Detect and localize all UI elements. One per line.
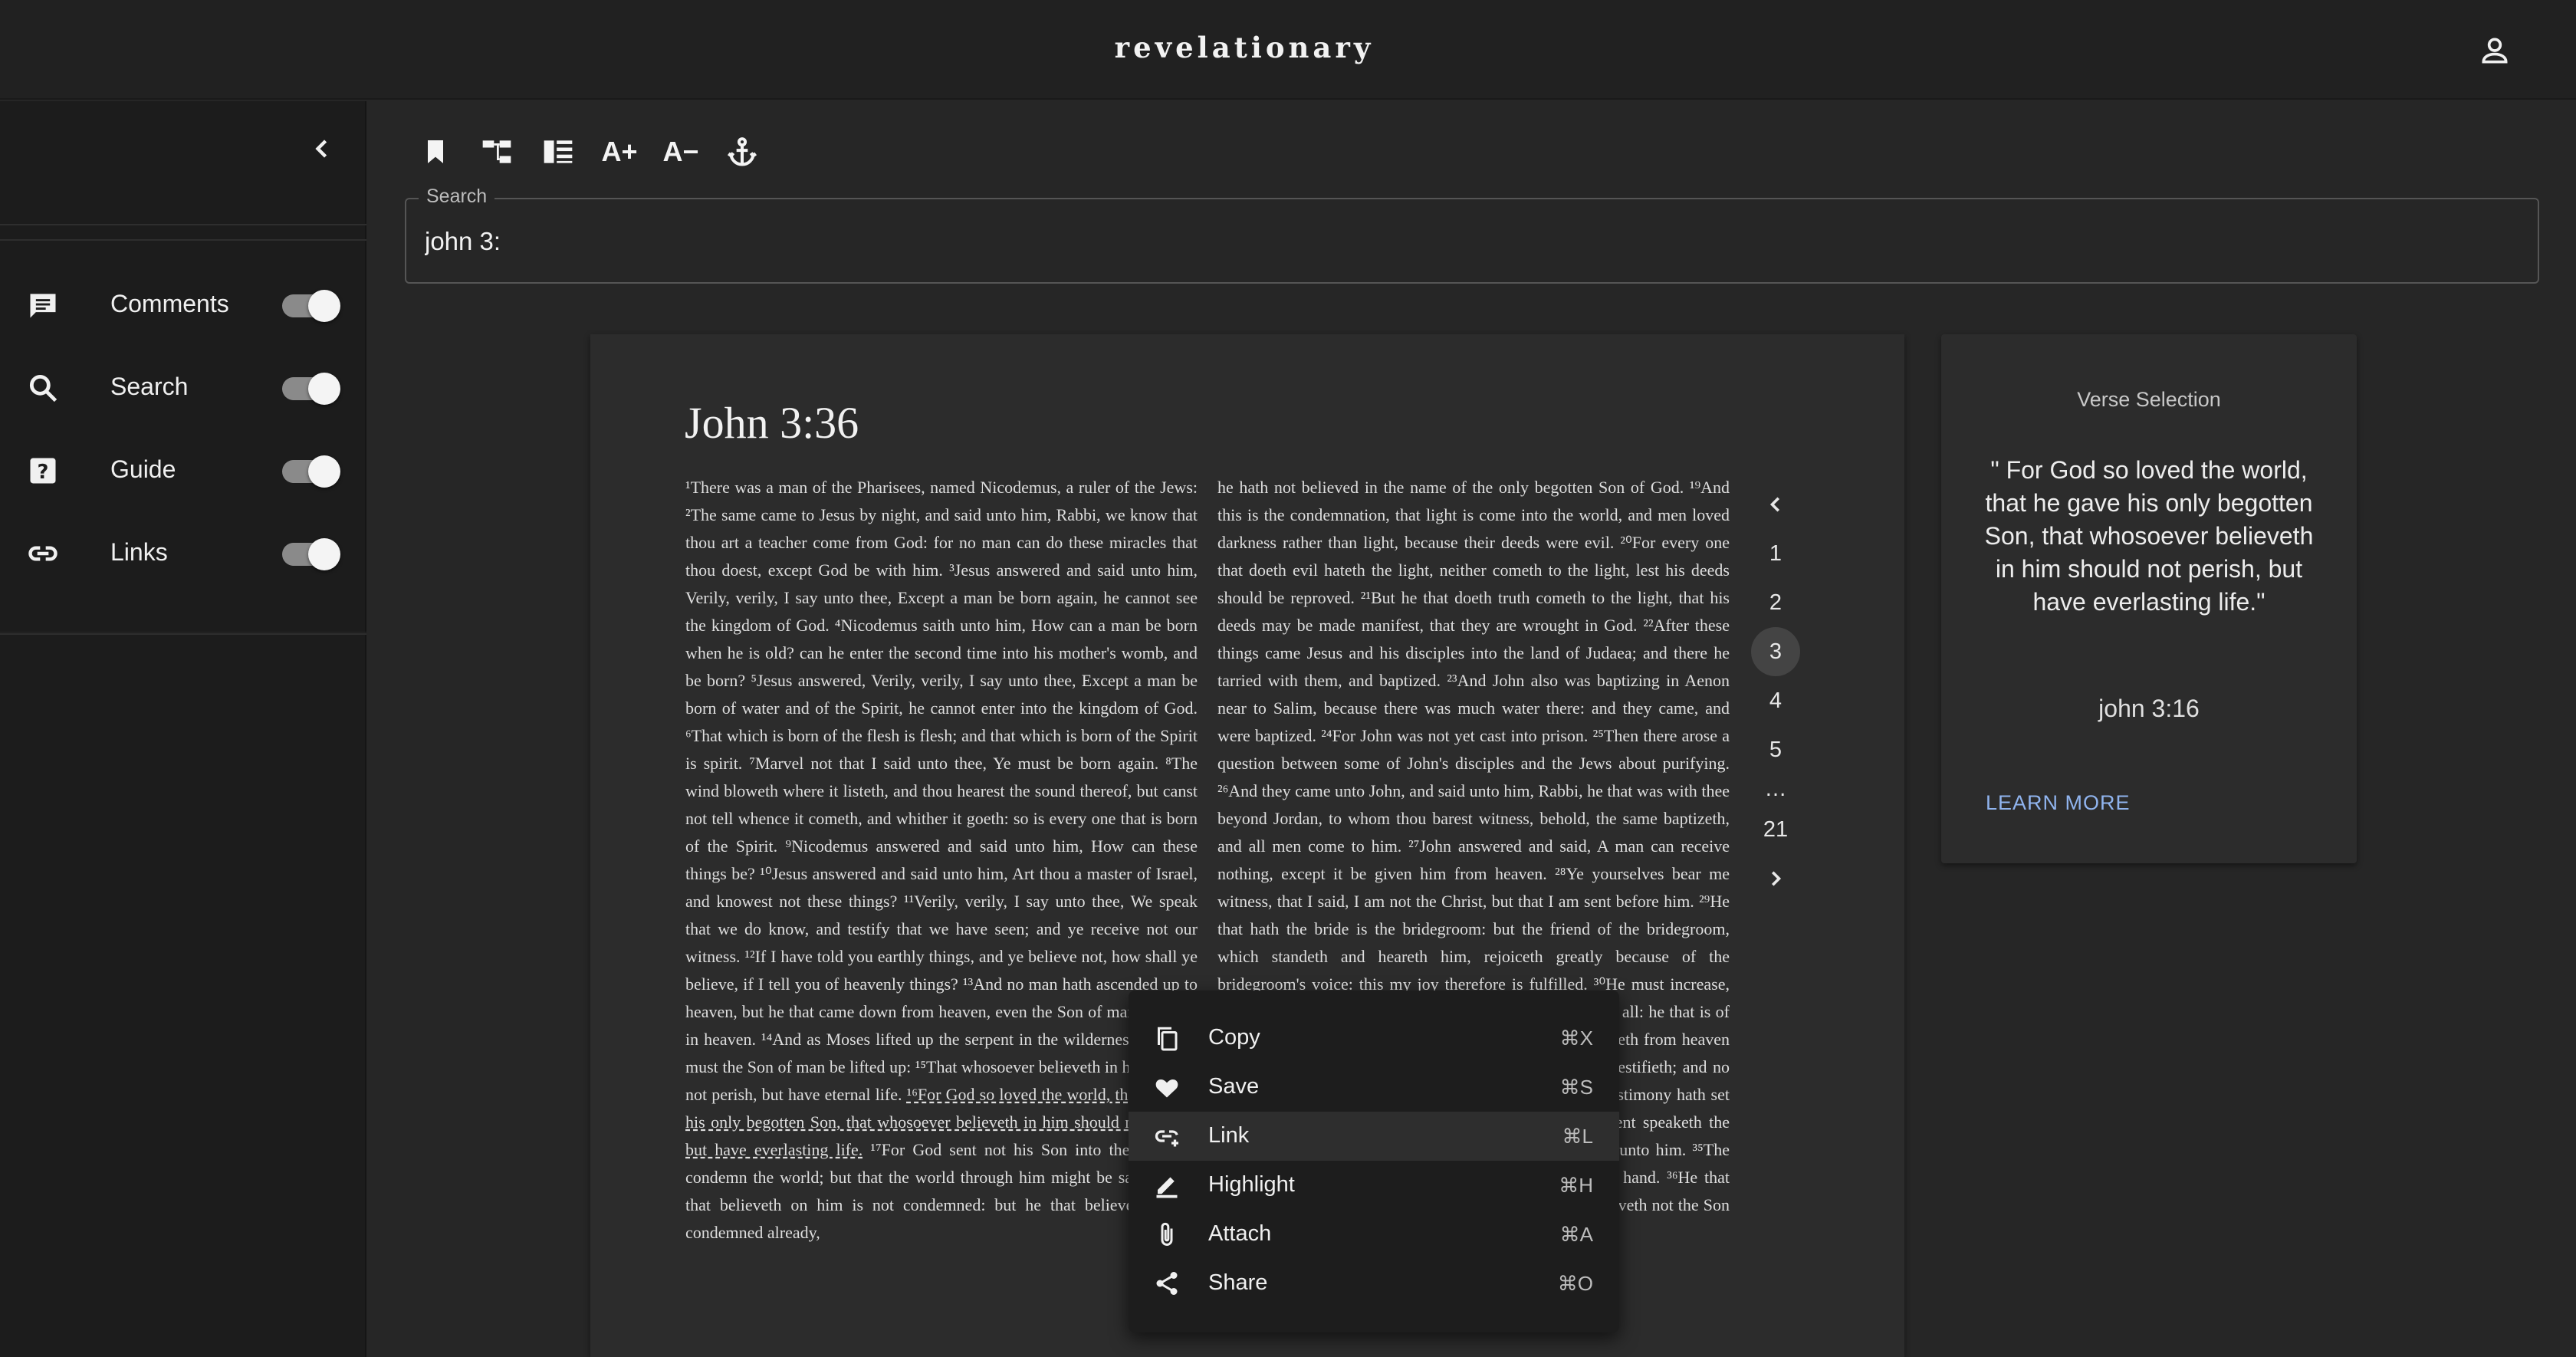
- chevron-left-icon: [1769, 497, 1780, 512]
- menu-shortcut: ⌘L: [1562, 1125, 1593, 1148]
- search-icon: [29, 374, 58, 402]
- heart-icon: [1155, 1079, 1178, 1098]
- tree-structure-icon: [482, 140, 511, 163]
- divider: [0, 239, 366, 241]
- font-decrease-icon: A−: [662, 136, 699, 167]
- paperclip-icon: [1161, 1222, 1173, 1246]
- verse-text[interactable]: ¹There was a man of the Pharisees, named…: [685, 478, 1198, 1104]
- sidebar-item-comments[interactable]: Comments: [0, 265, 366, 342]
- divider: [0, 633, 366, 635]
- menu-item-save[interactable]: Save ⌘S: [1129, 1063, 1619, 1112]
- app-header: revelationary: [0, 0, 2576, 100]
- next-page-button[interactable]: [1751, 854, 1800, 903]
- guide-toggle[interactable]: [282, 455, 340, 488]
- sidebar-item-label: Search: [110, 373, 189, 400]
- sidebar-item-guide[interactable]: ? Guide: [0, 431, 366, 508]
- columns-button[interactable]: [537, 130, 580, 173]
- links-toggle[interactable]: [282, 538, 340, 570]
- search-label: Search: [419, 186, 495, 208]
- app-title: revelationary: [1114, 31, 1375, 64]
- sidebar-item-label: Links: [110, 538, 168, 566]
- search-input[interactable]: [425, 222, 2495, 261]
- comment-icon: [30, 294, 56, 318]
- sidebar-item-label: Guide: [110, 455, 176, 483]
- page-button[interactable]: 2: [1751, 578, 1800, 627]
- menu-item-label: Link: [1208, 1123, 1250, 1148]
- page-button[interactable]: 4: [1751, 676, 1800, 725]
- bookmark-button[interactable]: [414, 130, 457, 173]
- menu-item-highlight[interactable]: Highlight ⌘H: [1129, 1161, 1619, 1210]
- card-title: Verse Selection: [2077, 388, 2221, 411]
- menu-item-label: Attach: [1208, 1221, 1272, 1246]
- comments-toggle[interactable]: [282, 290, 340, 322]
- font-increase-button[interactable]: A+: [598, 130, 641, 173]
- page-button[interactable]: 21: [1751, 805, 1800, 854]
- menu-item-label: Save: [1208, 1074, 1260, 1099]
- menu-shortcut: ⌘H: [1559, 1174, 1593, 1197]
- help-icon: ?: [30, 458, 56, 484]
- menu-item-label: Copy: [1208, 1025, 1260, 1050]
- toggle-knob: [308, 538, 340, 570]
- verse-reference: john 3:16: [2098, 695, 2200, 722]
- menu-shortcut: ⌘O: [1557, 1272, 1593, 1295]
- person-icon: [2482, 38, 2508, 64]
- previous-page-button[interactable]: [1751, 480, 1800, 529]
- page-ellipsis: …: [1764, 776, 1787, 801]
- pencil-icon: [1156, 1177, 1178, 1198]
- search-toggle[interactable]: [282, 373, 340, 405]
- menu-shortcut: ⌘A: [1559, 1223, 1593, 1246]
- sidebar-item-label: Comments: [110, 290, 229, 317]
- chapter-title: John 3:36: [685, 398, 859, 448]
- verse-quote: " For God so loved the world, that he ga…: [1984, 456, 2314, 616]
- chevron-right-icon: [1771, 871, 1782, 886]
- menu-item-label: Highlight: [1208, 1172, 1295, 1197]
- font-decrease-button[interactable]: A−: [659, 130, 702, 173]
- toggle-knob: [308, 455, 340, 488]
- sidebar-item-search[interactable]: Search: [0, 348, 366, 425]
- sidebar: Comments Search ? Guide Links: [0, 101, 366, 1357]
- bookmark-icon: [428, 140, 443, 163]
- add-link-icon: [1155, 1130, 1178, 1147]
- menu-item-label: Share: [1208, 1270, 1268, 1295]
- collapse-sidebar-button[interactable]: [305, 132, 339, 166]
- columns-icon: [544, 140, 573, 163]
- svg-text:?: ?: [38, 461, 49, 484]
- divider: [0, 224, 366, 225]
- page-button-current[interactable]: 3: [1751, 627, 1800, 676]
- anchor-icon: [727, 137, 757, 166]
- toggle-knob: [308, 290, 340, 322]
- link-icon: [28, 546, 58, 561]
- page-button[interactable]: 1: [1751, 529, 1800, 578]
- sidebar-item-links[interactable]: Links: [0, 514, 366, 590]
- font-increase-icon: A+: [601, 136, 638, 167]
- account-button[interactable]: [2478, 34, 2512, 67]
- anchor-button[interactable]: [721, 130, 764, 173]
- menu-item-share[interactable]: Share ⌘O: [1129, 1259, 1619, 1308]
- menu-item-attach[interactable]: Attach ⌘A: [1129, 1210, 1619, 1259]
- copy-icon: [1158, 1027, 1178, 1051]
- share-icon: [1156, 1272, 1178, 1295]
- menu-item-copy[interactable]: Copy ⌘X: [1129, 1014, 1619, 1063]
- menu-item-link[interactable]: Link ⌘L: [1129, 1112, 1619, 1161]
- menu-shortcut: ⌘X: [1559, 1027, 1593, 1050]
- learn-more-button[interactable]: LEARN MORE: [1986, 791, 2131, 815]
- toggle-knob: [308, 373, 340, 405]
- text-column-left[interactable]: ¹There was a man of the Pharisees, named…: [685, 474, 1198, 1247]
- page-button[interactable]: 5: [1751, 725, 1800, 774]
- chevron-left-icon: [315, 140, 327, 158]
- menu-shortcut: ⌘S: [1559, 1076, 1593, 1099]
- structure-button[interactable]: [475, 130, 518, 173]
